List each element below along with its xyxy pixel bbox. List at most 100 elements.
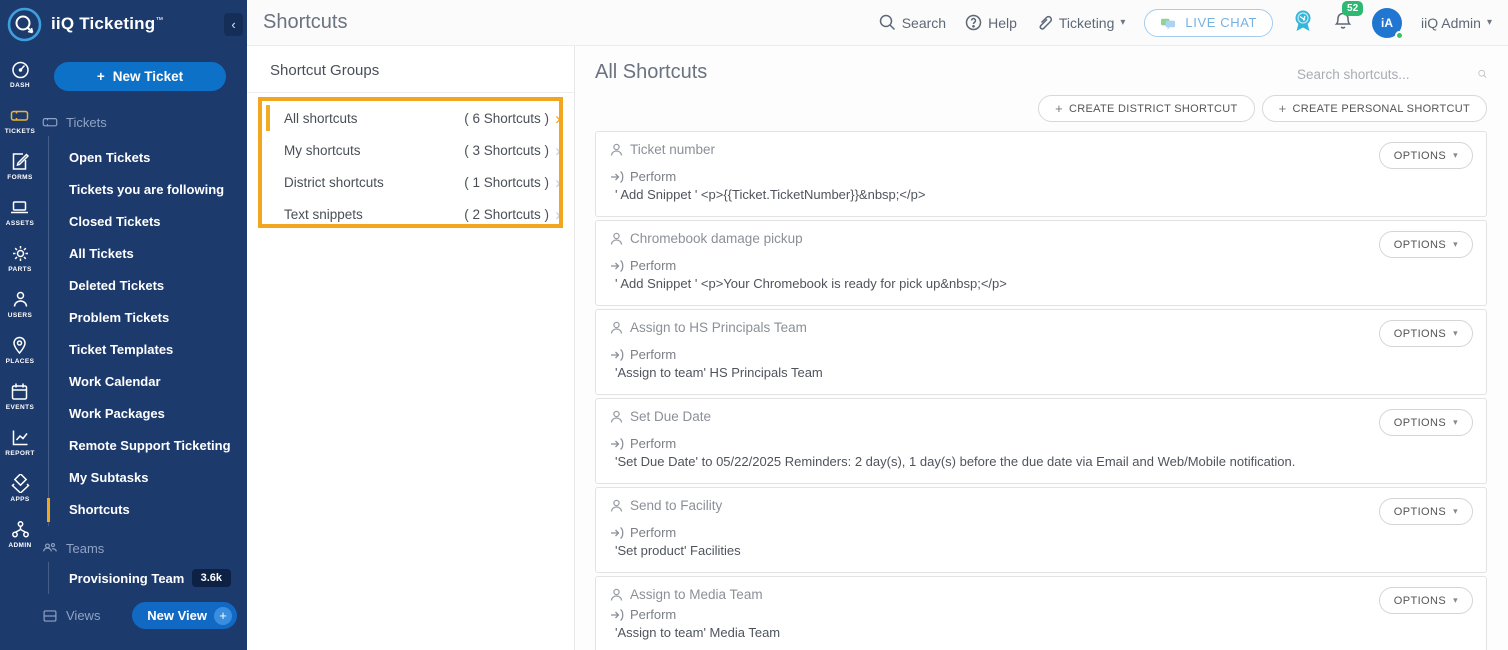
topbar-actions: Search Help Ticketing ▾ LIVE CHAT — [879, 8, 1492, 38]
map-pin-icon — [10, 336, 29, 355]
ticketing-menu-item[interactable]: Ticketing ▾ — [1036, 14, 1126, 31]
shortcut-card-set-due-date: Set Due Date OPTIONS▾ Perform 'Set Due D… — [595, 398, 1487, 484]
user-menu[interactable]: iiQ Admin ▾ — [1421, 15, 1492, 31]
search-shortcuts-input[interactable] — [1297, 67, 1474, 82]
rail-item-tickets[interactable]: TICKETS — [5, 106, 36, 135]
group-row-all-shortcuts[interactable]: All shortcuts ( 6 Shortcuts ) › — [247, 102, 574, 134]
new-ticket-button[interactable]: + New Ticket — [54, 62, 226, 91]
group-row-text-snippets[interactable]: Text snippets ( 2 Shortcuts ) › — [247, 198, 574, 230]
group-row-my-shortcuts[interactable]: My shortcuts ( 3 Shortcuts ) › — [247, 134, 574, 166]
plus-icon: + — [214, 607, 232, 625]
search-icon — [879, 14, 896, 31]
search-menu-item[interactable]: Search — [879, 14, 946, 31]
menu-item-problem-tickets[interactable]: Problem Tickets — [49, 302, 247, 334]
ticket-small-icon — [42, 114, 58, 130]
tickets-menu-list: Open Tickets Tickets you are following C… — [48, 136, 247, 526]
shortcut-card-assign-hs-principals: Assign to HS Principals Team OPTIONS▾ Pe… — [595, 309, 1487, 395]
rail-item-events[interactable]: EVENTS — [6, 382, 34, 411]
person-icon — [610, 410, 623, 424]
chevron-down-icon: ▾ — [1453, 595, 1458, 606]
create-personal-shortcut-button[interactable]: + CREATE PERSONAL SHORTCUT — [1262, 95, 1487, 122]
shortcut-name: Ticket number — [630, 142, 715, 157]
options-button[interactable]: OPTIONS▾ — [1379, 320, 1473, 347]
menu-item-ticket-templates[interactable]: Ticket Templates — [49, 334, 247, 366]
create-buttons-row: + CREATE DISTRICT SHORTCUT + CREATE PERS… — [595, 95, 1487, 122]
sidebar-menu: + New Ticket Tickets Open Tickets Ticket… — [40, 48, 247, 650]
org-chart-icon — [11, 520, 30, 539]
sidebar-item-provisioning-team[interactable]: Provisioning Team 3.6k — [48, 562, 247, 594]
search-icon[interactable] — [1478, 66, 1487, 82]
shortcut-card-ticket-number: Ticket number OPTIONS▾ Perform ' Add Sni… — [595, 131, 1487, 217]
calendar-icon — [10, 382, 29, 401]
shortcut-search — [1297, 66, 1487, 82]
options-button[interactable]: OPTIONS▾ — [1379, 587, 1473, 614]
menu-item-tickets-following[interactable]: Tickets you are following — [49, 174, 247, 206]
rail-item-places[interactable]: PLACES — [6, 336, 35, 365]
app-root: iiQ Ticketing™ ‹ DASH TICKETS FORMS — [0, 0, 1508, 650]
chevron-down-icon: ▾ — [1453, 417, 1458, 428]
shortcut-cards-list: Ticket number OPTIONS▾ Perform ' Add Sni… — [595, 131, 1487, 650]
menu-item-all-tickets[interactable]: All Tickets — [49, 238, 247, 270]
options-button[interactable]: OPTIONS▾ — [1379, 142, 1473, 169]
avatar[interactable]: iA — [1372, 8, 1402, 38]
shortcut-detail: 'Assign to team' HS Principals Team — [610, 365, 1472, 380]
page-title: Shortcuts — [263, 11, 347, 34]
person-icon — [610, 499, 623, 513]
chevron-down-icon: ▾ — [1453, 239, 1458, 250]
options-button[interactable]: OPTIONS▾ — [1379, 231, 1473, 258]
sidebar-header: iiQ Ticketing™ ‹ — [0, 0, 247, 48]
rail-item-apps[interactable]: APPS — [10, 474, 29, 503]
menu-item-remote-support-ticketing[interactable]: Remote Support Ticketing — [49, 430, 247, 462]
plus-icon: + — [1055, 101, 1063, 116]
rail-item-dash[interactable]: DASH — [10, 60, 30, 89]
form-pencil-icon — [10, 152, 29, 171]
rail-item-report[interactable]: REPORT — [5, 428, 35, 457]
menu-item-open-tickets[interactable]: Open Tickets — [49, 142, 247, 174]
create-district-shortcut-button[interactable]: + CREATE DISTRICT SHORTCUT — [1038, 95, 1254, 122]
chevron-down-icon: ▾ — [1453, 150, 1458, 161]
person-icon — [610, 321, 623, 335]
rail-item-assets[interactable]: ASSETS — [6, 198, 34, 227]
options-button[interactable]: OPTIONS▾ — [1379, 498, 1473, 525]
menu-item-shortcuts[interactable]: Shortcuts — [49, 494, 247, 526]
shortcut-card-chromebook-damage-pickup: Chromebook damage pickup OPTIONS▾ Perfor… — [595, 220, 1487, 306]
rail-item-users[interactable]: USERS — [8, 290, 32, 319]
perform-arrow-icon — [610, 259, 625, 273]
options-button[interactable]: OPTIONS▾ — [1379, 409, 1473, 436]
shortcut-name: Set Due Date — [630, 409, 711, 424]
menu-item-closed-tickets[interactable]: Closed Tickets — [49, 206, 247, 238]
sidebar: iiQ Ticketing™ ‹ DASH TICKETS FORMS — [0, 0, 247, 650]
menu-item-deleted-tickets[interactable]: Deleted Tickets — [49, 270, 247, 302]
chevron-right-icon: › — [552, 174, 564, 191]
chevron-down-icon: ▾ — [1453, 328, 1458, 339]
menu-item-work-packages[interactable]: Work Packages — [49, 398, 247, 430]
views-label[interactable]: Views — [42, 608, 100, 624]
plus-icon: + — [1279, 101, 1287, 116]
menu-item-work-calendar[interactable]: Work Calendar — [49, 366, 247, 398]
help-menu-item[interactable]: Help — [965, 14, 1017, 31]
chevron-down-icon: ▾ — [1120, 17, 1125, 28]
chevron-right-icon: › — [552, 142, 564, 159]
shortcut-name: Send to Facility — [630, 498, 722, 513]
person-icon — [610, 588, 623, 602]
shortcut-card-assign-media-team: Assign to Media Team OPTIONS▾ Perform 'A… — [595, 576, 1487, 650]
group-row-district-shortcuts[interactable]: District shortcuts ( 1 Shortcuts ) › — [247, 166, 574, 198]
new-view-button[interactable]: New View + — [132, 602, 237, 629]
chevron-right-icon: › — [552, 206, 564, 223]
live-chat-button[interactable]: LIVE CHAT — [1144, 9, 1273, 37]
perform-arrow-icon — [610, 437, 625, 451]
menu-item-my-subtasks[interactable]: My Subtasks — [49, 462, 247, 494]
shortcut-name: Chromebook damage pickup — [630, 231, 803, 246]
sidebar-collapse-button[interactable]: ‹ — [224, 13, 243, 36]
rail-item-forms[interactable]: FORMS — [7, 152, 32, 181]
dashboard-gauge-icon — [11, 60, 30, 79]
notification-count-badge: 52 — [1342, 1, 1363, 16]
rail-item-admin[interactable]: ADMIN — [8, 520, 31, 549]
notifications-bell-button[interactable]: 52 — [1333, 11, 1353, 34]
chevron-right-icon: › — [552, 110, 564, 127]
help-icon — [965, 14, 982, 31]
award-ribbon-icon[interactable] — [1292, 9, 1314, 36]
chart-icon — [11, 428, 30, 447]
rail-item-parts[interactable]: PARTS — [8, 244, 32, 273]
paperclip-icon — [1036, 14, 1053, 31]
